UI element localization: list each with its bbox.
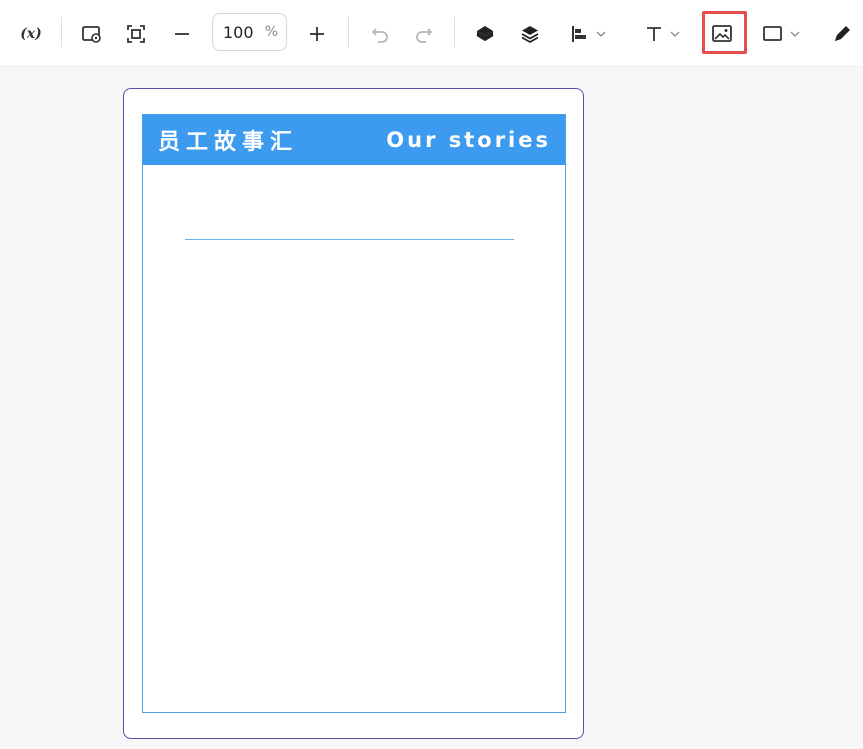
poster-title-cn[interactable]: 员工故事汇 (158, 124, 298, 156)
zoom-unit: % (264, 24, 278, 40)
layer-up-icon (476, 26, 494, 42)
text-icon (647, 27, 661, 41)
bring-to-front-button[interactable] (471, 18, 499, 50)
redo-icon (416, 28, 433, 43)
chevron-down-icon (670, 31, 680, 37)
minus-icon (175, 33, 189, 35)
zoom-in-button[interactable] (303, 18, 331, 50)
canvas-settings-button[interactable] (78, 18, 106, 50)
undo-icon (371, 28, 388, 43)
zoom-out-button[interactable] (168, 18, 196, 50)
poster-page[interactable]: 员工故事汇 Our stories (142, 114, 566, 713)
chevron-down-icon (790, 31, 800, 37)
poster-title-en[interactable]: Our stories (386, 128, 551, 152)
plus-icon (310, 27, 324, 41)
fit-screen-icon (127, 25, 145, 43)
variable-label: (x) (20, 26, 42, 42)
layers-icon (521, 26, 539, 44)
toolbar: (x) 100 % (0, 0, 863, 67)
highlight-box (702, 11, 747, 54)
poster-divider-line[interactable] (185, 239, 514, 240)
fit-to-screen-button[interactable] (122, 18, 150, 50)
canvas-settings-icon (82, 26, 101, 43)
pen-tool-button[interactable] (828, 18, 856, 50)
toolbar-divider (348, 17, 349, 47)
rectangle-icon (763, 26, 782, 41)
zoom-input[interactable]: 100 % (212, 13, 287, 51)
redo-button[interactable] (410, 18, 438, 50)
layers-button[interactable] (516, 18, 544, 50)
poster-banner[interactable]: 员工故事汇 Our stories (143, 115, 565, 165)
variable-button[interactable]: (x) (14, 18, 48, 50)
shape-tool-dropdown[interactable] (756, 18, 806, 50)
chevron-down-icon (596, 31, 606, 37)
align-dropdown[interactable] (563, 18, 613, 50)
undo-button[interactable] (366, 18, 394, 50)
align-left-icon (572, 26, 586, 42)
zoom-value: 100 (223, 22, 254, 42)
text-tool-dropdown[interactable] (637, 18, 687, 50)
toolbar-divider (61, 17, 62, 47)
toolbar-divider (454, 17, 455, 47)
pen-icon (835, 26, 850, 41)
